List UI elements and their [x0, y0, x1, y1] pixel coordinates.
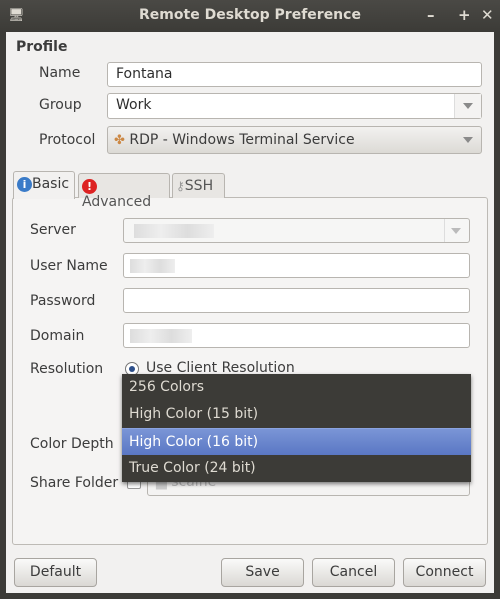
tab-basic-label: Basic [32, 176, 70, 192]
tab-ssh-label: SSH [184, 178, 214, 194]
key-icon: ⚷ [176, 179, 185, 193]
cancel-button[interactable]: Cancel [312, 558, 395, 587]
save-button[interactable]: Save [221, 558, 304, 587]
connect-button[interactable]: Connect [403, 558, 486, 587]
server-combo[interactable] [123, 218, 470, 243]
domain-input[interactable] [123, 323, 470, 348]
tab-advanced[interactable]: !Advanced [78, 173, 170, 210]
group-value: Work [116, 97, 152, 113]
color-depth-option[interactable]: 256 Colors [122, 374, 471, 401]
group-dropdown-button[interactable] [454, 94, 481, 118]
group-label: Group [39, 97, 82, 113]
rdp-protocol-icon: ✤ [114, 133, 125, 148]
tab-ssh[interactable]: ⚷SSH [172, 173, 225, 198]
server-dropdown-button[interactable] [444, 219, 469, 242]
domain-value-redacted [130, 329, 192, 343]
username-label: User Name [30, 258, 108, 274]
protocol-combo[interactable]: ✤ RDP - Windows Terminal Service [107, 126, 482, 154]
tab-advanced-label: Advanced [82, 194, 152, 210]
color-depth-popup: 256 Colors High Color (15 bit) High Colo… [122, 374, 471, 482]
chevron-down-icon [463, 103, 473, 109]
profile-heading: Profile [16, 39, 68, 55]
default-button[interactable]: Default [14, 558, 97, 587]
username-input[interactable] [123, 253, 470, 278]
info-icon: i [17, 177, 32, 192]
title-bar: 🖥 Remote Desktop Preference – + ✕ [0, 0, 500, 32]
name-label: Name [39, 65, 81, 81]
group-combo[interactable]: Work [107, 93, 482, 119]
server-value-redacted [134, 224, 214, 238]
minimize-button[interactable]: – [427, 6, 435, 24]
chevron-down-icon [463, 137, 473, 143]
color-depth-option[interactable]: High Color (15 bit) [122, 401, 471, 428]
domain-label: Domain [30, 328, 85, 344]
warning-icon: ! [82, 179, 97, 194]
close-button[interactable]: ✕ [481, 6, 494, 24]
share-folder-label: Share Folder [30, 475, 119, 491]
chevron-down-icon [451, 227, 461, 234]
maximize-button[interactable]: + [458, 6, 471, 24]
protocol-value: RDP - Windows Terminal Service [129, 132, 355, 148]
server-label: Server [30, 222, 76, 238]
username-value-redacted [130, 259, 175, 273]
color-depth-option[interactable]: True Color (24 bit) [122, 455, 471, 482]
password-input[interactable] [123, 288, 470, 313]
resolution-label: Resolution [30, 361, 104, 377]
name-input[interactable]: Fontana [107, 62, 482, 87]
password-label: Password [30, 293, 96, 309]
protocol-label: Protocol [39, 132, 96, 148]
window-title: Remote Desktop Preference [139, 7, 361, 23]
color-depth-label: Color Depth [30, 436, 114, 452]
tab-basic[interactable]: i Basic [13, 171, 75, 199]
color-depth-option-selected[interactable]: High Color (16 bit) [122, 428, 471, 455]
